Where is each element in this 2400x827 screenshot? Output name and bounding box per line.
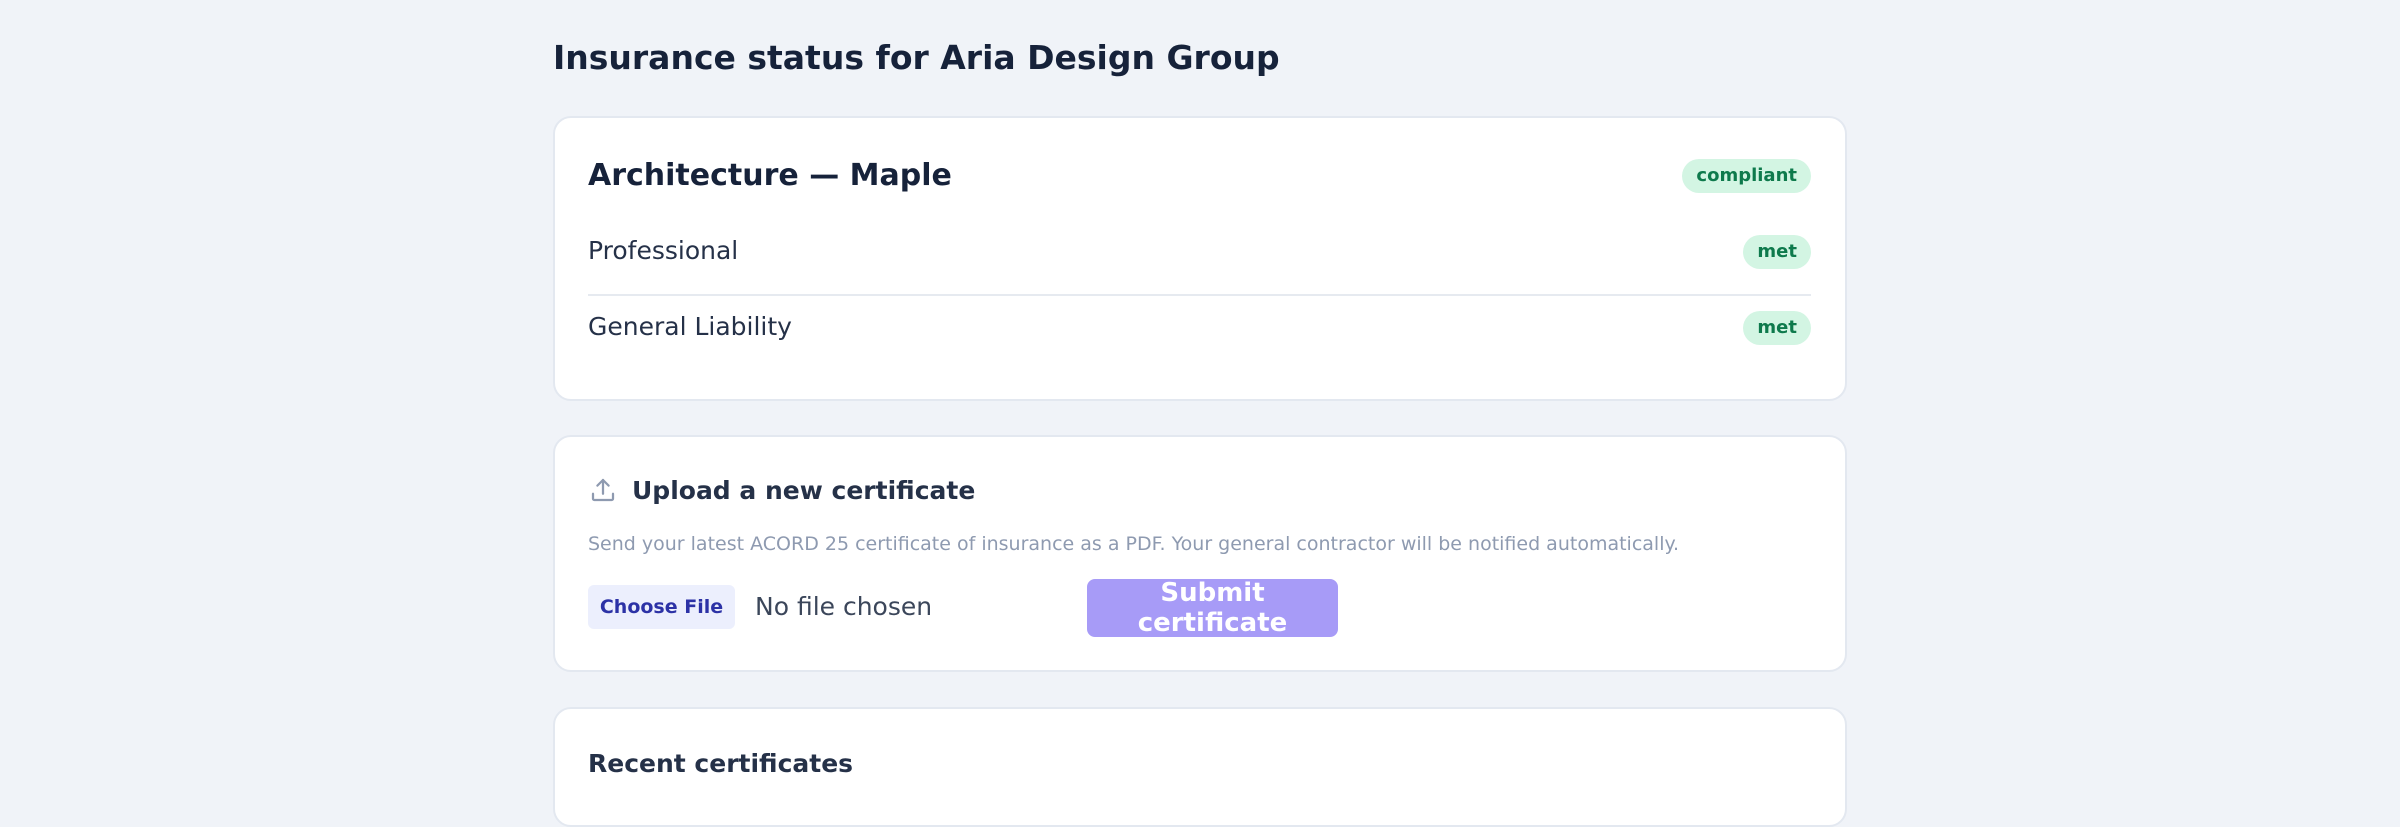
upload-title: Upload a new certificate [632,475,976,505]
upload-description: Send your latest ACORD 25 certificate of… [588,533,1680,555]
upload-header: Upload a new certificate [588,475,975,505]
choose-file-button[interactable]: Choose File [588,585,735,629]
requirement-status-badge: met [1743,311,1811,345]
requirement-row: Professional met [588,235,1811,296]
project-status-badge: compliant [1682,159,1811,193]
file-status-text: No file chosen [755,592,933,621]
requirement-label: General Liability [588,312,792,341]
recent-certificates-card: Recent certificates [553,707,1847,827]
project-title: Architecture — Maple [588,158,952,193]
requirement-status-badge: met [1743,235,1811,269]
upload-certificate-card: Upload a new certificate Send your lates… [553,435,1847,672]
requirement-row: General Liability met [588,311,1811,372]
upload-icon [591,478,615,502]
recent-certificates-title: Recent certificates [588,749,854,778]
project-status-card: Architecture — Maple compliant Professio… [553,116,1847,401]
requirement-label: Professional [588,236,739,265]
page-title: Insurance status for Aria Design Group [553,38,1280,77]
submit-certificate-button[interactable]: Submit certificate [1087,578,1338,638]
